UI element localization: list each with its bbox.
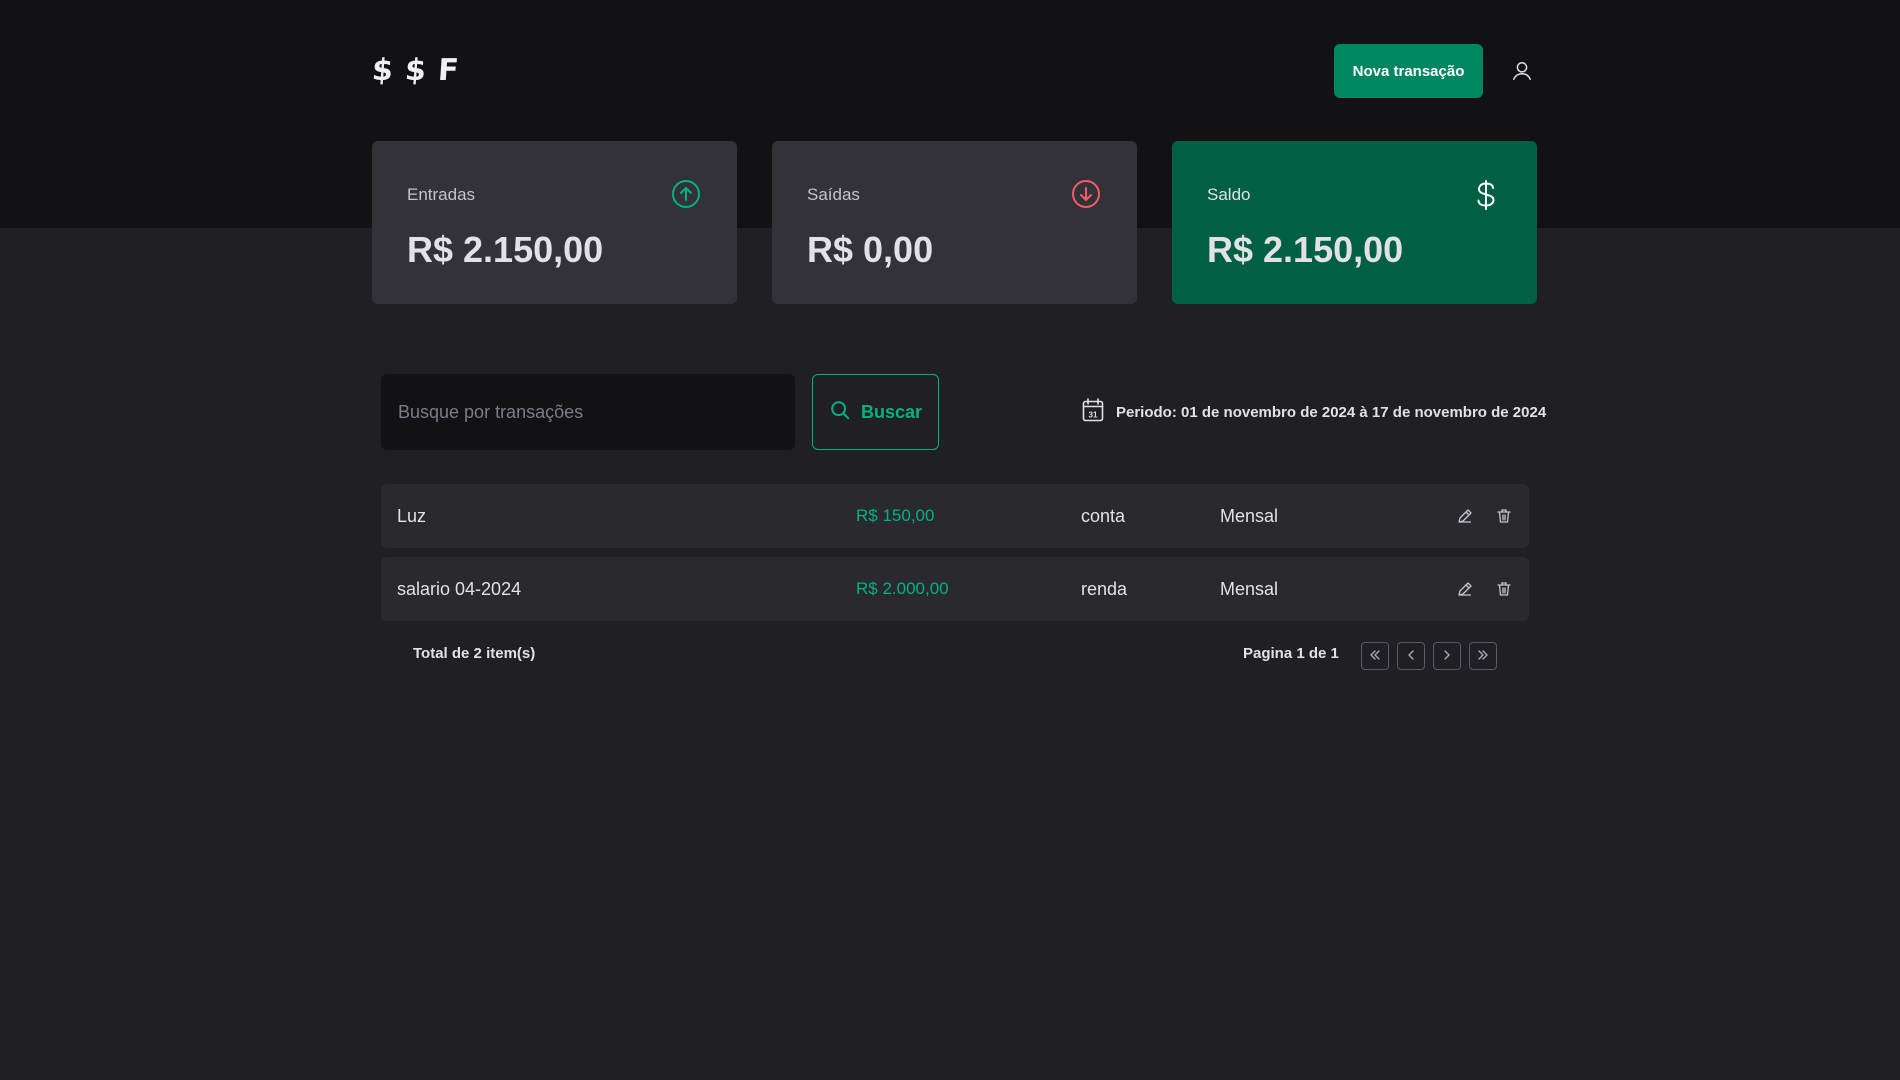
edit-icon[interactable] (1454, 578, 1476, 600)
card-value: R$ 0,00 (807, 229, 934, 270)
total-items: Total de 2 item(s) (413, 645, 536, 662)
search-icon (829, 399, 851, 426)
card-value: R$ 2.150,00 (1207, 229, 1404, 270)
transaction-recurrence: Mensal (1220, 506, 1279, 526)
transaction-price: R$ 2.000,00 (856, 579, 949, 598)
logo-glyph: $ (370, 53, 395, 88)
summary-card-outcome: Saídas R$ 0,00 (772, 141, 1137, 304)
summary-card-income: Entradas R$ 2.150,00 (372, 141, 737, 304)
chevron-left-icon (1404, 648, 1418, 665)
transaction-description: Luz (397, 506, 427, 526)
trash-icon[interactable] (1493, 578, 1515, 600)
period-label: Periodo: 01 de novembro de 2024 à 17 de … (1116, 403, 1547, 421)
transaction-recurrence: Mensal (1220, 579, 1279, 599)
edit-icon[interactable] (1454, 505, 1476, 527)
last-page-button[interactable] (1469, 642, 1497, 670)
transaction-price: R$ 150,00 (856, 506, 935, 525)
calendar-day: 31 (1089, 411, 1098, 420)
chevron-right-icon (1440, 648, 1454, 665)
card-title: Saídas (807, 185, 860, 204)
transaction-category: renda (1081, 579, 1128, 599)
trash-icon[interactable] (1493, 505, 1515, 527)
logo-glyph: $ (403, 53, 428, 88)
search-input[interactable] (381, 374, 795, 450)
user-icon[interactable] (1510, 59, 1534, 83)
card-title: Entradas (407, 185, 476, 204)
calendar-icon: 31 (1082, 398, 1104, 426)
transaction-category: conta (1081, 506, 1126, 526)
new-transaction-button[interactable]: Nova transação (1334, 44, 1483, 98)
card-title: Saldo (1207, 185, 1251, 204)
table-row: Luz R$ 150,00 conta Mensal (381, 484, 1529, 548)
transaction-description: salario 04-2024 (397, 579, 522, 599)
logo-glyph: F (436, 53, 460, 88)
card-value: R$ 2.150,00 (407, 229, 604, 270)
arrow-circle-up-icon (671, 179, 701, 209)
period-filter[interactable]: 31 Periodo: 01 de novembro de 2024 à 17 … (1082, 398, 1546, 426)
table-row: salario 04-2024 R$ 2.000,00 renda Mensal (381, 557, 1529, 621)
arrow-circle-down-icon (1071, 179, 1101, 209)
first-page-button[interactable] (1361, 642, 1389, 670)
currency-dollar-icon (1471, 179, 1501, 210)
chevrons-left-icon (1368, 648, 1382, 665)
chevrons-right-icon (1476, 648, 1490, 665)
app-logo[interactable]: $ $ F (370, 53, 460, 88)
summary-card-balance: Saldo R$ 2.150,00 (1172, 141, 1537, 304)
search-button[interactable]: Buscar (812, 374, 939, 450)
next-page-button[interactable] (1433, 642, 1461, 670)
previous-page-button[interactable] (1397, 642, 1425, 670)
page-info: Pagina 1 de 1 (1243, 645, 1339, 662)
search-button-label: Buscar (860, 401, 923, 422)
